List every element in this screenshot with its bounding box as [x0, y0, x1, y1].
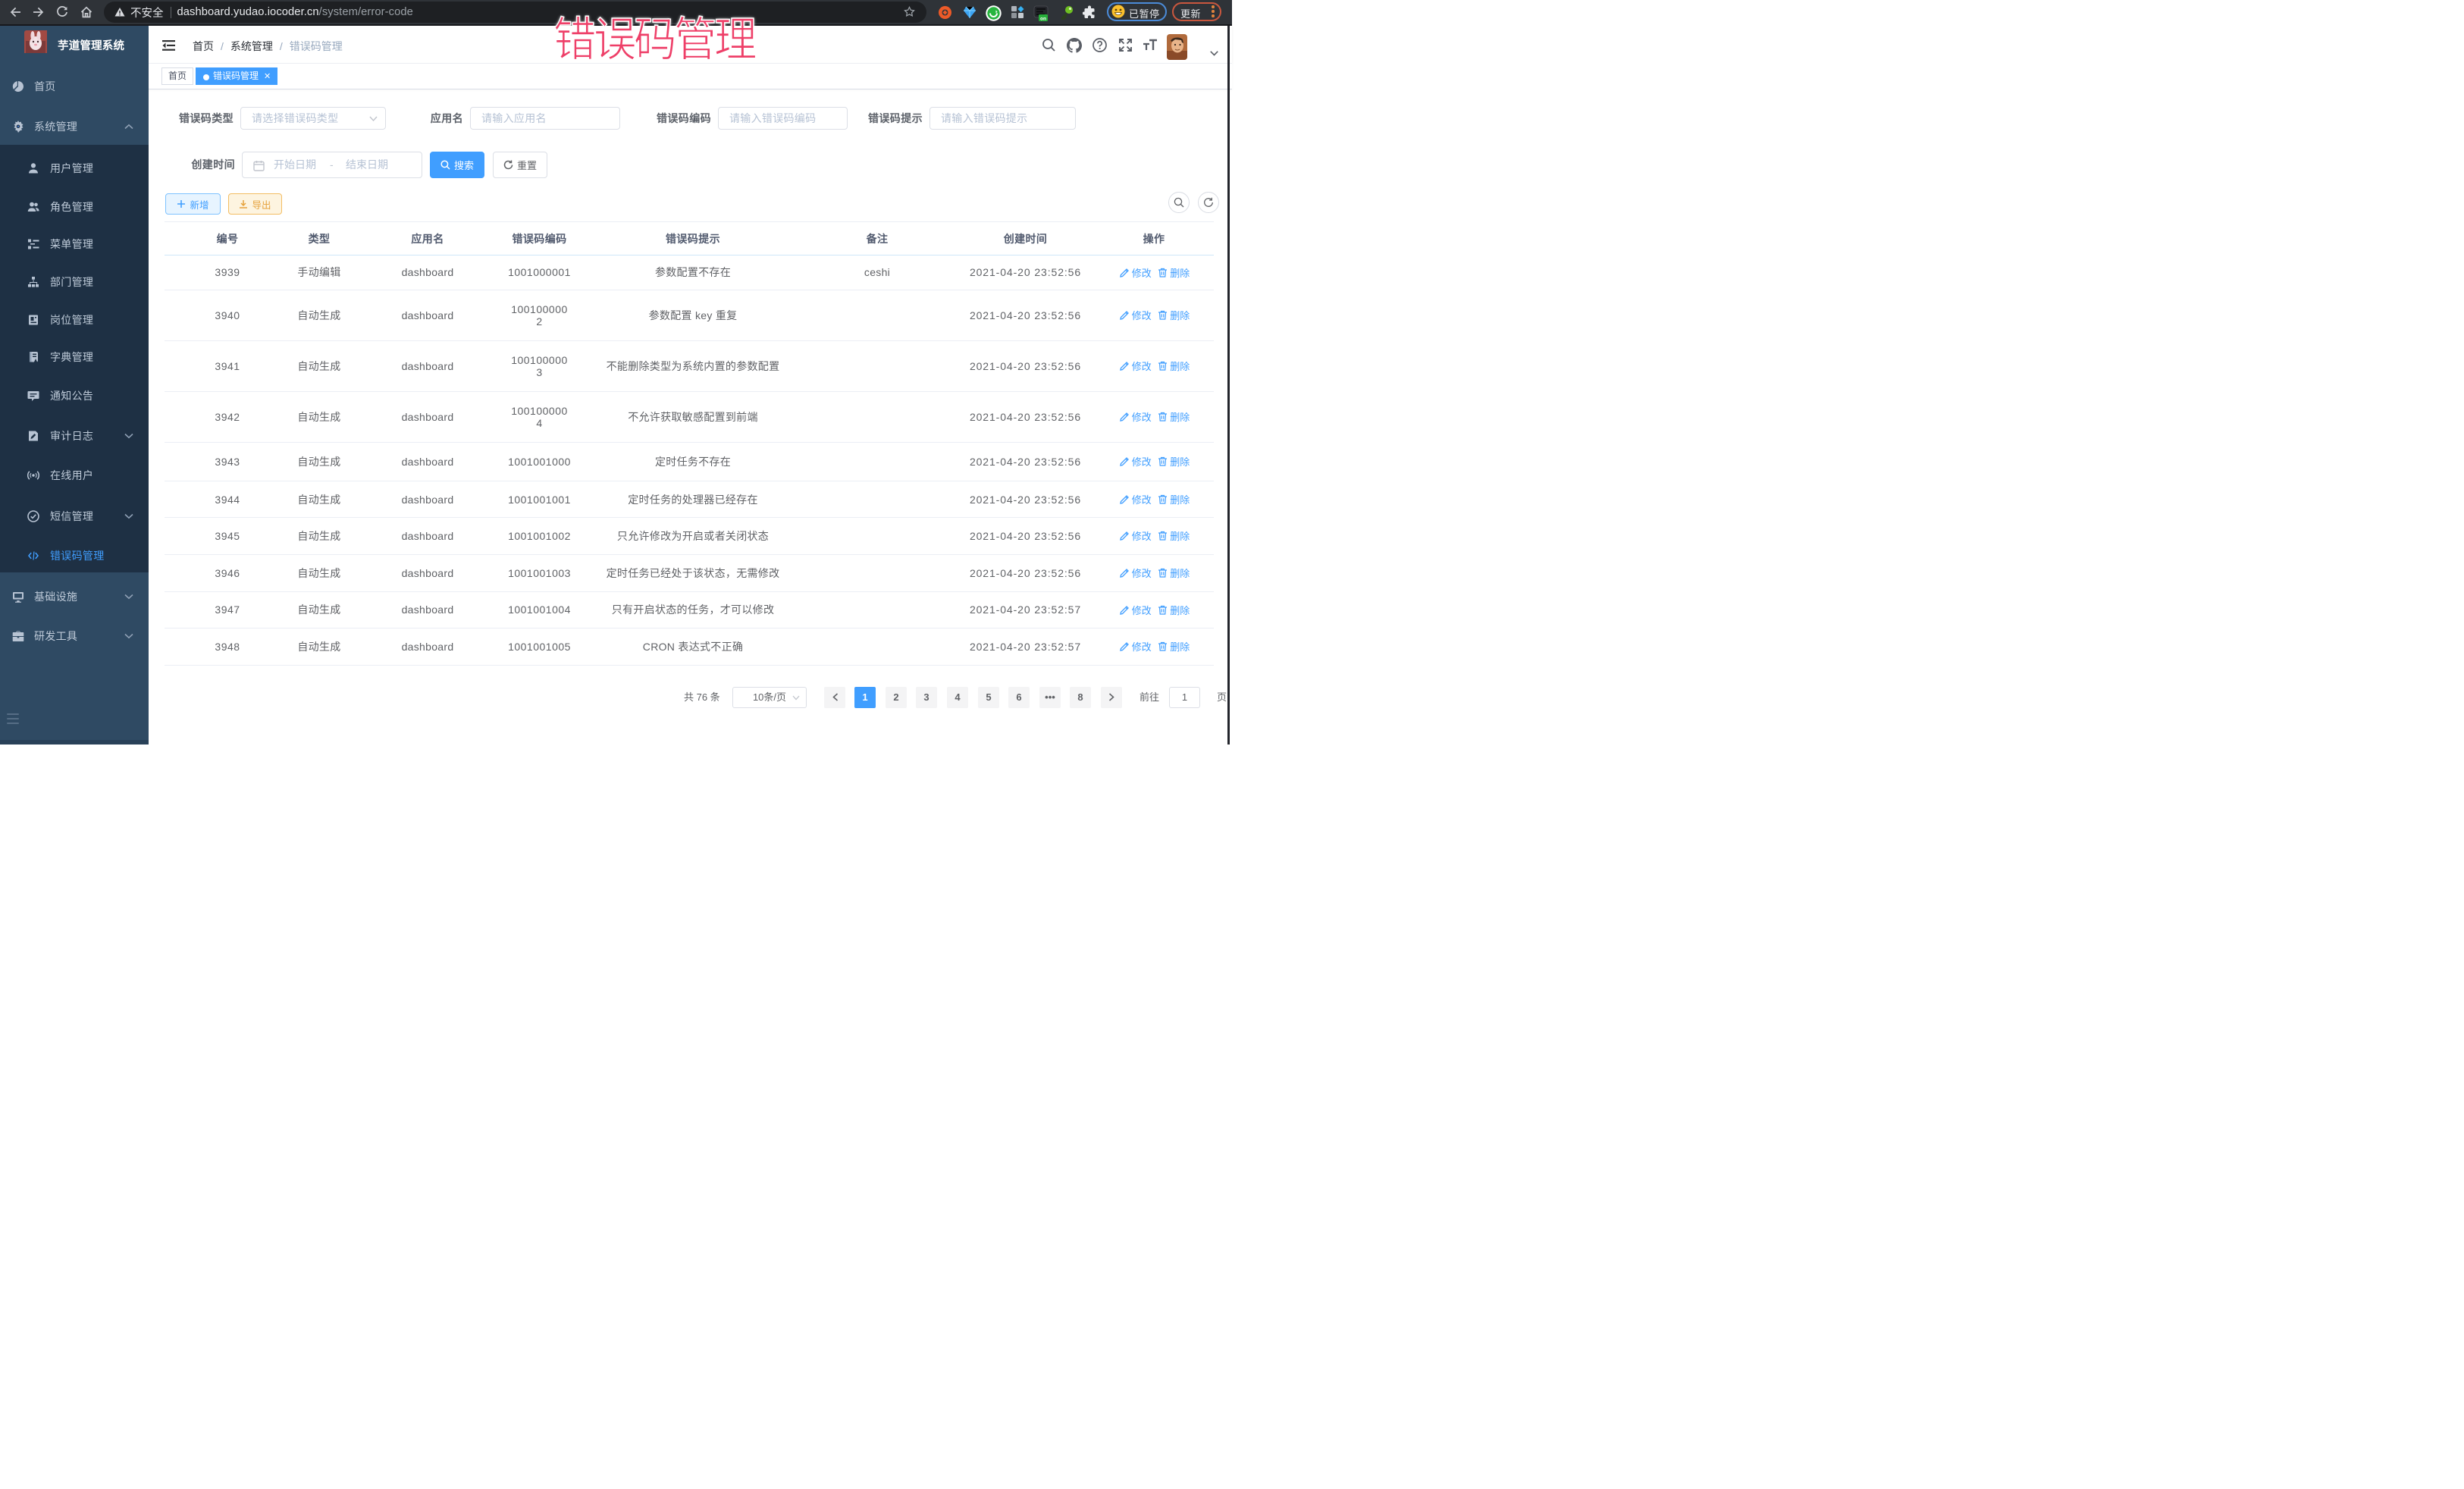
svg-text:on: on [1040, 16, 1046, 21]
